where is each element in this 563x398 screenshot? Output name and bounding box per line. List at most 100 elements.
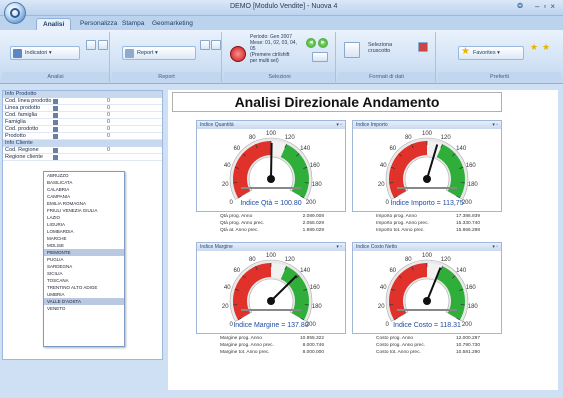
manage-favorites-icon[interactable]: ★ [542,42,550,53]
stat-label: Qtà prog. Anno prec. [220,221,265,226]
region-dropdown-list[interactable]: ABRUZZO BASILICATA CALABRIA CAMPANIA EMILIA … [43,171,125,347]
filter-combo-button[interactable] [53,106,58,111]
dropdown-item[interactable]: CAMPANIA [44,193,124,200]
group-preferiti: ★ Favorites ▾ ★ ★ Preferiti [438,32,561,82]
filter-row[interactable]: Regione cliente [3,154,162,161]
seleziona-cruscotto-button[interactable]: Seleziona cruscotto [368,42,406,54]
dropdown-item[interactable]: TRENTINO ALTO ADIGE [44,284,124,291]
stat-label: Importo prog. Anno prec. [376,221,429,226]
panel-controls-icon[interactable]: ▾ ▫ [336,121,342,129]
copy-icon[interactable] [86,40,96,50]
stat-label: Importo tot. Anno prec. [376,228,425,233]
favorites-dropdown[interactable]: ★ Favorites ▾ [458,46,524,60]
gauge-band [280,266,309,320]
panel-controls-icon[interactable]: ▾ ▫ [492,243,498,251]
stat-label: Margine tot. Anno prec. [220,350,270,355]
gauge-chart: 0 20 40 60 80 100 120 140 160 180 200Indice Costo … [378,253,479,329]
edit-selection-icon[interactable] [312,52,328,62]
stat-value: 15.330.740 [455,221,480,226]
export-icon[interactable] [211,40,221,50]
paste-icon[interactable] [98,40,108,50]
gauge-needle [270,142,273,180]
gauge-tick-label: 80 [249,135,256,141]
gauge-value-label: Indice Importo = 113,75 [390,200,463,207]
tab-analisi[interactable]: Analisi [36,18,72,30]
tab-geomarketing[interactable]: Geomarketing [146,18,199,30]
stat-label: Margine prog. Anno [220,336,262,341]
dropdown-item[interactable]: VALLE D'AOSTA [44,298,124,305]
gauge-header: Indice Quantità ▾ ▫ [197,121,345,129]
gauge-tick-label: 120 [285,257,296,263]
gauge-tick-label: 180 [468,182,479,188]
close-dashboard-icon[interactable] [418,42,428,52]
filter-row[interactable]: Cod. famiglia 0 [3,112,162,119]
stat-value: 1.989.029 [302,228,324,233]
filter-combo-button[interactable] [53,134,58,139]
dropdown-item[interactable]: LOMBARDIA [44,228,124,235]
add-favorite-icon[interactable]: ★ [530,42,538,53]
filter-value: 0 [107,133,111,139]
dropdown-item[interactable]: UMBRIA [44,291,124,298]
filter-row[interactable]: Linea prodotto 0 [3,105,162,112]
stat-label: Importo prog. Anno [376,214,417,219]
filter-value: 0 [107,119,111,125]
section-info-cliente: Info Cliente [3,140,162,147]
filter-row[interactable]: Cod. linea prodotto 0 [3,98,162,105]
gauge-tick-label: 60 [233,268,240,274]
dropdown-item[interactable]: MOLISE [44,242,124,249]
filter-row[interactable]: Cod. Regione 0 [3,147,162,154]
dropdown-item[interactable]: PIEMONTE [44,249,124,256]
group-label-selezioni: Selezioni [224,72,335,82]
filter-combo-button[interactable] [53,127,58,132]
filter-combo-button[interactable] [53,113,58,118]
group-formati: Seleziona cruscotto Formati di dati [338,32,436,82]
filter-value: 0 [107,112,111,118]
application-menu-button[interactable] [4,2,26,24]
filter-combo-button[interactable] [53,155,58,160]
dropdown-item[interactable]: TOSCANA [44,277,124,284]
gauge-title: Indice Margine [200,244,233,250]
filter-label: Linea prodotto [5,105,41,111]
report-dropdown[interactable]: Report ▾ [122,46,196,60]
dropdown-item[interactable]: LAZIO [44,214,124,221]
dropdown-item[interactable]: SARDEGNA [44,263,124,270]
clear-selection-icon[interactable] [230,46,246,62]
forward-arrow-icon[interactable]: ▸ [318,38,328,48]
dropdown-item[interactable]: FRIULI VENEZIA GIULIA [44,207,124,214]
stat-value: 8.000.000 [302,350,324,355]
group-analisi: Indicatori ▾ Analisi [2,32,110,82]
print-icon[interactable] [200,40,210,50]
panel-controls-icon[interactable]: ▾ ▫ [492,121,498,129]
dropdown-item[interactable]: LIGURIA [44,221,124,228]
filter-combo-button[interactable] [53,120,58,125]
indicatori-dropdown[interactable]: Indicatori ▾ [10,46,80,60]
gauge-hub [267,297,275,305]
filter-combo-button[interactable] [53,99,58,104]
back-arrow-icon[interactable]: ◂ [306,38,316,48]
dropdown-item[interactable]: SICILIA [44,270,124,277]
help-icon[interactable]: ❂ [517,2,523,10]
gauge-value-label: Indice Qtà = 100.80 [240,200,301,207]
filter-combo-button[interactable] [53,148,58,153]
filter-row[interactable]: Cod. prodotto 0 [3,126,162,133]
gauge-title: Indice Importo [356,122,388,128]
close-button[interactable]: × [550,2,559,11]
star-icon: ★ [461,46,470,57]
gauge-tick-label: 140 [456,268,467,274]
dropdown-item[interactable]: CALABRIA [44,186,124,193]
dropdown-item[interactable]: BASILICATA [44,179,124,186]
filter-row[interactable]: Famiglia 0 [3,119,162,126]
panel-controls-icon[interactable]: ▾ ▫ [336,243,342,251]
stat-label: Costo prog. Anno [376,336,414,341]
gauge-tick-label: 140 [300,268,311,274]
dropdown-item[interactable]: ABRUZZO [44,172,124,179]
dropdown-item[interactable]: EMILIA ROMAGNA [44,200,124,207]
dropdown-item[interactable]: VENETO [44,305,124,312]
filter-row[interactable]: Prodotto 0 [3,133,162,140]
stat-value: 2.089.008 [302,214,324,219]
dropdown-item[interactable]: MARCHE [44,235,124,242]
filter-value: 0 [107,105,111,111]
window-controls: –▫× [535,2,559,11]
gauge-hub [423,175,431,183]
dropdown-item[interactable]: PUGLIA [44,256,124,263]
